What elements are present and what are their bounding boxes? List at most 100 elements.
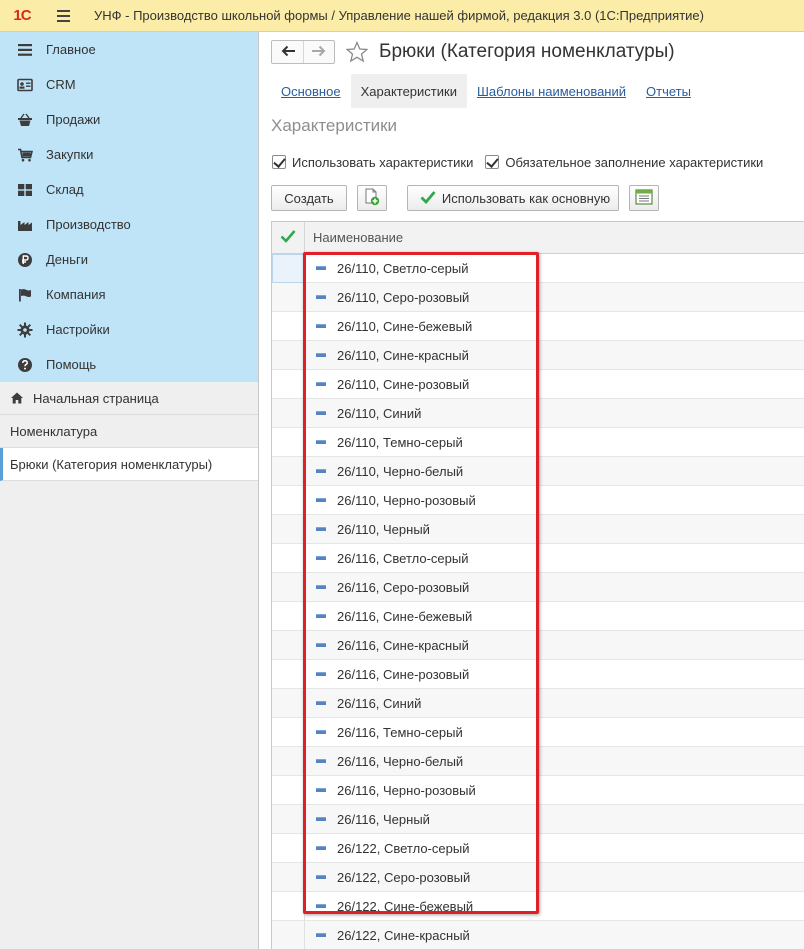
row-check-cell[interactable] bbox=[272, 717, 305, 747]
menu-item-settings[interactable]: Настройки bbox=[0, 312, 258, 347]
hamburger-menu-icon[interactable] bbox=[50, 0, 76, 32]
row-check-cell[interactable] bbox=[272, 601, 305, 631]
row-check-cell[interactable] bbox=[272, 427, 305, 457]
tab-reports[interactable]: Отчеты bbox=[636, 74, 701, 108]
nav-nomenclature[interactable]: Номенклатура bbox=[0, 415, 258, 448]
title-bar: 1С УНФ - Производство школьной формы / У… bbox=[0, 0, 804, 32]
table-row[interactable]: 26/110, Синий bbox=[272, 398, 804, 428]
table-row[interactable]: 26/116, Сине-красный bbox=[272, 630, 804, 660]
item-marker-icon bbox=[316, 788, 326, 792]
table-row[interactable]: 26/110, Серо-розовый bbox=[272, 282, 804, 312]
menu-item-crm[interactable]: CRM bbox=[0, 67, 258, 102]
item-marker-icon bbox=[316, 440, 326, 444]
tab-characteristics[interactable]: Характеристики bbox=[350, 74, 467, 108]
forward-button[interactable] bbox=[303, 41, 334, 63]
menu-item-warehouse[interactable]: Склад bbox=[0, 172, 258, 207]
required-fill-checkbox[interactable]: Обязательное заполнение характеристики bbox=[485, 155, 763, 170]
table-row[interactable]: 26/116, Черный bbox=[272, 804, 804, 834]
row-check-cell[interactable] bbox=[272, 833, 305, 863]
item-marker-icon bbox=[316, 759, 326, 763]
use-as-main-button[interactable]: Использовать как основную bbox=[407, 185, 619, 211]
row-check-cell[interactable] bbox=[272, 456, 305, 486]
row-check-cell[interactable] bbox=[272, 543, 305, 573]
checkmark-icon bbox=[485, 155, 500, 169]
create-button[interactable]: Создать bbox=[271, 185, 347, 211]
row-check-cell[interactable] bbox=[272, 659, 305, 689]
menu-item-sales[interactable]: Продажи bbox=[0, 102, 258, 137]
green-check-icon bbox=[280, 229, 296, 246]
row-name: 26/116, Черно-розовый bbox=[337, 782, 476, 798]
row-check-cell[interactable] bbox=[272, 253, 305, 283]
row-name: 26/116, Черный bbox=[337, 811, 430, 827]
row-check-cell[interactable] bbox=[272, 862, 305, 892]
row-name: 26/116, Светло-серый bbox=[337, 550, 469, 566]
app-logo[interactable]: 1С bbox=[4, 0, 40, 32]
nav-home-page[interactable]: Начальная страница bbox=[0, 382, 258, 415]
row-check-cell[interactable] bbox=[272, 311, 305, 341]
item-marker-icon bbox=[316, 614, 326, 618]
row-check-cell[interactable] bbox=[272, 340, 305, 370]
table-row[interactable]: 26/122, Сине-красный bbox=[272, 920, 804, 949]
window-title: УНФ - Производство школьной формы / Упра… bbox=[94, 8, 704, 23]
table-row[interactable]: 26/122, Серо-розовый bbox=[272, 862, 804, 892]
table-row[interactable]: 26/110, Черный bbox=[272, 514, 804, 544]
table-row[interactable]: 26/110, Светло-серый bbox=[272, 253, 804, 283]
table-row[interactable]: 26/116, Темно-серый bbox=[272, 717, 804, 747]
row-check-cell[interactable] bbox=[272, 398, 305, 428]
gear-icon bbox=[17, 322, 33, 338]
item-marker-icon bbox=[316, 585, 326, 589]
row-check-cell[interactable] bbox=[272, 891, 305, 921]
table-row[interactable]: 26/122, Светло-серый bbox=[272, 833, 804, 863]
table-row[interactable]: 26/116, Синий bbox=[272, 688, 804, 718]
back-button[interactable] bbox=[272, 41, 303, 63]
table-row[interactable]: 26/116, Сине-розовый bbox=[272, 659, 804, 689]
copy-button[interactable] bbox=[357, 185, 387, 211]
table-row[interactable]: 26/116, Черно-белый bbox=[272, 746, 804, 776]
arrow-right-icon bbox=[311, 45, 327, 60]
menu-item-production[interactable]: Производство bbox=[0, 207, 258, 242]
table-row[interactable]: 26/110, Сине-розовый bbox=[272, 369, 804, 399]
open-pages-list: Начальная страница Номенклатура Брюки (К… bbox=[0, 382, 258, 481]
column-header-name[interactable]: Наименование bbox=[305, 230, 403, 245]
tab-main[interactable]: Основное bbox=[271, 74, 351, 108]
menu-item-company[interactable]: Компания bbox=[0, 277, 258, 312]
row-name: 26/122, Серо-розовый bbox=[337, 869, 471, 885]
table-row[interactable]: 26/110, Черно-розовый bbox=[272, 485, 804, 515]
row-check-cell[interactable] bbox=[272, 746, 305, 776]
sidebar: Главное CRM Продажи Закупки Склад Произв… bbox=[0, 32, 259, 949]
menu-item-help[interactable]: Помощь bbox=[0, 347, 258, 382]
column-check-header[interactable] bbox=[272, 222, 305, 254]
row-check-cell[interactable] bbox=[272, 514, 305, 544]
nav-current-category[interactable]: Брюки (Категория номенклатуры) bbox=[0, 448, 258, 481]
table-row[interactable]: 26/122, Сине-бежевый bbox=[272, 891, 804, 921]
table-row[interactable]: 26/116, Сине-бежевый bbox=[272, 601, 804, 631]
table-row[interactable]: 26/116, Серо-розовый bbox=[272, 572, 804, 602]
section-title: Характеристики bbox=[271, 116, 398, 135]
list-icon bbox=[17, 42, 33, 58]
use-characteristics-checkbox[interactable]: Использовать характеристики bbox=[272, 155, 473, 170]
row-check-cell[interactable] bbox=[272, 775, 305, 805]
cart-icon bbox=[17, 147, 33, 163]
menu-item-main[interactable]: Главное bbox=[0, 32, 258, 67]
table-row[interactable]: 26/110, Темно-серый bbox=[272, 427, 804, 457]
table-row[interactable]: 26/110, Сине-красный bbox=[272, 340, 804, 370]
row-check-cell[interactable] bbox=[272, 804, 305, 834]
section-menu: Главное CRM Продажи Закупки Склад Произв… bbox=[0, 32, 258, 382]
table-row[interactable]: 26/116, Черно-розовый bbox=[272, 775, 804, 805]
menu-item-money[interactable]: Деньги bbox=[0, 242, 258, 277]
row-check-cell[interactable] bbox=[272, 282, 305, 312]
row-name: 26/116, Черно-белый bbox=[337, 753, 464, 769]
table-row[interactable]: 26/110, Сине-бежевый bbox=[272, 311, 804, 341]
favorite-star-icon[interactable] bbox=[345, 40, 369, 64]
row-check-cell[interactable] bbox=[272, 688, 305, 718]
table-row[interactable]: 26/110, Черно-белый bbox=[272, 456, 804, 486]
spreadsheet-button[interactable] bbox=[629, 185, 659, 211]
row-check-cell[interactable] bbox=[272, 369, 305, 399]
row-check-cell[interactable] bbox=[272, 630, 305, 660]
tab-name-templates[interactable]: Шаблоны наименований bbox=[467, 74, 636, 108]
menu-item-purchases[interactable]: Закупки bbox=[0, 137, 258, 172]
row-check-cell[interactable] bbox=[272, 920, 305, 949]
table-row[interactable]: 26/116, Светло-серый bbox=[272, 543, 804, 573]
row-check-cell[interactable] bbox=[272, 485, 305, 515]
row-check-cell[interactable] bbox=[272, 572, 305, 602]
